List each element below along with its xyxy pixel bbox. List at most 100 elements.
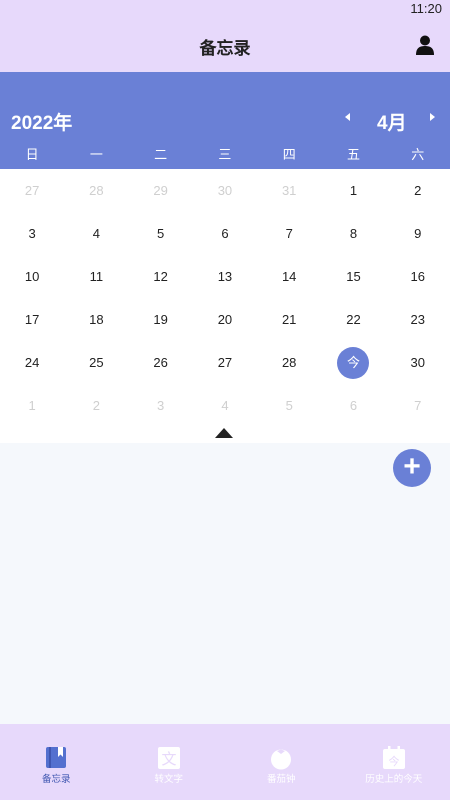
calendar-day[interactable]: 13 [193,255,257,298]
weekday-row: 日 一 二 三 四 五 六 [0,144,450,163]
day-number: 31 [281,183,297,198]
calendar-day[interactable]: 9 [386,212,450,255]
next-month-icon[interactable] [430,113,435,121]
calendar-day[interactable]: 28 [257,341,321,384]
profile-icon[interactable] [416,35,434,55]
calendar-today-icon: 今 [382,746,405,769]
day-number: 1 [28,398,36,413]
calendar-day[interactable]: 29 [129,169,193,212]
day-number: 4 [221,398,229,413]
calendar-day[interactable]: 7 [386,384,450,427]
day-number: 30 [410,355,425,370]
calendar-day[interactable]: 17 [0,298,64,341]
calendar-day[interactable]: 2 [64,384,128,427]
calendar-day[interactable]: 25 [64,341,128,384]
calendar-header: 2022年 4月 日 一 二 三 四 五 六 [0,72,450,169]
weekday-label: 五 [346,147,360,162]
day-number: 20 [217,312,233,327]
calendar-day[interactable]: 27 [0,169,64,212]
calendar-day[interactable]: 27 [193,341,257,384]
calendar-day[interactable]: 26 [129,341,193,384]
calendar-day[interactable]: 3 [129,384,193,427]
weekday-label: 一 [89,147,103,162]
calendar-day[interactable]: 18 [64,298,128,341]
calendar-day-today[interactable]: 今 [321,341,385,384]
day-number: 26 [153,355,168,370]
svg-text:今: 今 [388,754,399,768]
calendar-week-row: 17 18 19 20 21 22 23 [0,298,450,341]
text-convert-icon: 文 [157,747,180,769]
month-label[interactable]: 4月 [377,108,407,135]
day-number: 24 [24,355,40,370]
day-number: 6 [349,398,358,413]
calendar-day[interactable]: 1 [0,384,64,427]
calendar-day[interactable]: 16 [386,255,450,298]
calendar-day[interactable]: 5 [257,384,321,427]
calendar-week-row: 3 4 5 6 7 8 9 [0,212,450,255]
day-number: 22 [346,312,361,327]
calendar-day[interactable]: 3 [0,212,64,255]
calendar-day[interactable]: 21 [257,298,321,341]
tab-label: 历史上的今天 [365,774,423,785]
collapse-calendar-icon[interactable] [215,428,233,438]
day-number: 25 [89,355,104,370]
calendar-day[interactable]: 30 [193,169,257,212]
calendar-day[interactable]: 8 [321,212,385,255]
calendar-day[interactable]: 28 [64,169,128,212]
calendar-day[interactable]: 12 [129,255,193,298]
tab-label: 备忘录 [41,774,71,785]
top-bar: 11:20 备忘录 [0,0,450,72]
calendar-day[interactable]: 30 [386,341,450,384]
calendar-day[interactable]: 7 [257,212,321,255]
calendar-day[interactable]: 10 [0,255,64,298]
calendar-day[interactable]: 6 [193,212,257,255]
calendar-day[interactable]: 6 [321,384,385,427]
day-number: 10 [24,269,40,284]
day-number: 16 [410,269,425,284]
day-number: 13 [217,269,233,284]
calendar-day[interactable]: 24 [0,341,64,384]
day-number: 3 [28,226,36,241]
day-number: 29 [153,183,168,198]
calendar-day[interactable]: 19 [129,298,193,341]
page-title: 备忘录 [199,39,251,58]
calendar-day[interactable]: 1 [321,169,385,212]
calendar-week-row: 10 11 12 13 14 15 16 [0,255,450,298]
calendar-day[interactable]: 5 [129,212,193,255]
day-number: 27 [217,355,233,370]
prev-month-icon[interactable] [345,113,350,121]
calendar-day[interactable]: 4 [64,212,128,255]
day-number: 7 [285,226,293,241]
tab-pomodoro[interactable]: 番茄钟 [225,724,338,800]
calendar-day[interactable]: 4 [193,384,257,427]
tab-history-today[interactable]: 今 历史上的今天 [338,724,450,800]
calendar-day[interactable]: 11 [64,255,128,298]
day-number: 1 [349,183,358,198]
day-number: 2 [92,398,101,413]
day-number: 5 [157,226,165,241]
day-number: 21 [281,312,297,327]
day-number: 28 [281,355,297,370]
bottom-nav: 备忘录 文 转文字 番茄钟 今 历史上的今天 [0,724,450,800]
calendar-day[interactable]: 2 [386,169,450,212]
year-label[interactable]: 2022年 [11,108,72,135]
calendar-day[interactable]: 15 [321,255,385,298]
calendar-day[interactable]: 31 [257,169,321,212]
day-number: 18 [89,312,104,327]
weekday-label: 六 [411,147,425,162]
tab-text-convert[interactable]: 文 转文字 [113,724,226,800]
day-number: 今 [337,347,370,379]
tab-memo[interactable]: 备忘录 [0,724,113,800]
svg-text:文: 文 [161,750,176,768]
day-number: 28 [89,183,104,198]
day-number: 2 [414,183,422,198]
day-number: 30 [217,183,233,198]
calendar-day[interactable]: 14 [257,255,321,298]
calendar-day[interactable]: 20 [193,298,257,341]
calendar-day[interactable]: 23 [386,298,450,341]
day-number: 6 [221,226,229,241]
add-memo-button[interactable]: + [393,449,431,487]
calendar-day[interactable]: 22 [321,298,385,341]
calendar-week-row: 27 28 29 30 31 1 2 [0,169,450,212]
day-number: 17 [24,312,40,327]
